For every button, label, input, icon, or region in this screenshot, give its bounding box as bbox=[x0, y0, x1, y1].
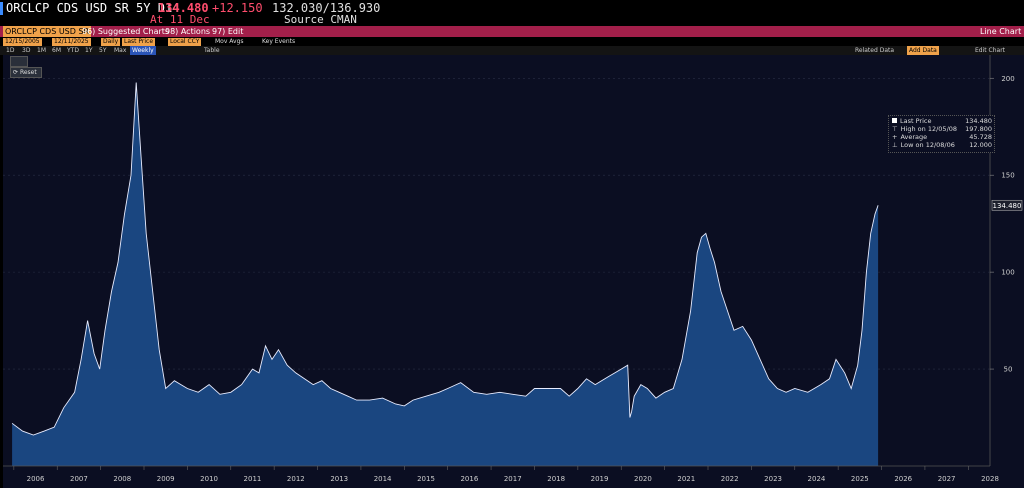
x-tick-label-2017: 2017 bbox=[504, 475, 522, 483]
interval-select[interactable]: Weekly bbox=[130, 46, 156, 55]
period-max[interactable]: Max bbox=[114, 46, 126, 55]
x-tick-label-2010: 2010 bbox=[200, 475, 218, 483]
x-tick-label-2014: 2014 bbox=[374, 475, 392, 483]
x-tick-label-2018: 2018 bbox=[547, 475, 565, 483]
currency-select[interactable]: Local CCY bbox=[168, 38, 202, 46]
x-tick-label-2025: 2025 bbox=[851, 475, 869, 483]
x-tick-label-2009: 2009 bbox=[157, 475, 175, 483]
legend-high-value: 197.800 bbox=[965, 125, 992, 133]
y-tick-label-50: 50 bbox=[1004, 366, 1013, 374]
mov-avgs-toggle[interactable]: Mov Avgs bbox=[215, 38, 244, 46]
reset-icon: ⟳ bbox=[13, 69, 19, 76]
x-tick-label-2021: 2021 bbox=[677, 475, 695, 483]
edit-button[interactable]: 97) Edit bbox=[212, 26, 243, 37]
legend-last-price-value: 134.480 bbox=[965, 117, 992, 125]
date-label: At 11 Dec bbox=[150, 13, 210, 26]
period-6m[interactable]: 6M bbox=[52, 46, 61, 55]
security-field[interactable]: ORCLCP CDS USD SR bbox=[3, 26, 92, 37]
source-label: Source CMAN bbox=[284, 13, 357, 26]
low-marker-icon: ⊥ bbox=[892, 141, 898, 149]
frequency-select[interactable]: Daily bbox=[101, 38, 121, 46]
legend-average-value: 45.728 bbox=[969, 133, 992, 141]
x-tick-label-2008: 2008 bbox=[113, 475, 131, 483]
legend-high-label: High on 12/05/08 bbox=[900, 125, 958, 133]
x-tick-label-2011: 2011 bbox=[244, 475, 262, 483]
key-events-toggle[interactable]: Key Events bbox=[262, 38, 295, 46]
legend-high: ⊤ High on 12/05/08 197.800 bbox=[892, 125, 992, 133]
header-accent-mark bbox=[0, 2, 3, 15]
x-tick-label-2027: 2027 bbox=[938, 475, 956, 483]
legend-last-price-label: Last Price bbox=[900, 117, 932, 125]
legend-average: + Average 45.728 bbox=[892, 133, 992, 141]
options-bar: 12/15/2005 12/11/2025 Daily Last Price L… bbox=[0, 37, 1024, 46]
field-select[interactable]: Last Price bbox=[122, 38, 156, 46]
legend-swatch-icon bbox=[892, 118, 897, 123]
x-tick-label-2006: 2006 bbox=[27, 475, 45, 483]
table-button[interactable]: Table bbox=[204, 46, 220, 55]
suggested-charts-button[interactable]: 96) Suggested Charts bbox=[82, 26, 169, 37]
start-date-field[interactable]: 12/15/2005 bbox=[3, 38, 42, 46]
period-5y[interactable]: 5Y bbox=[99, 46, 106, 55]
related-data-button[interactable]: Related Data bbox=[855, 46, 894, 55]
legend-last-price: Last Price 134.480 bbox=[892, 117, 992, 125]
reset-label: Reset bbox=[19, 69, 37, 76]
price-change-value: +12.150 bbox=[212, 1, 263, 15]
cds-price-chart[interactable]: 2006 2007 2008 2009 2010 2011 2012 2013 2014 2015… bbox=[3, 55, 1024, 488]
add-data-field[interactable]: Add Data bbox=[907, 46, 939, 55]
y-tick-label-150: 150 bbox=[1001, 172, 1014, 180]
edit-chart-button[interactable]: Edit Chart bbox=[975, 46, 1005, 55]
actions-button[interactable]: 98) Actions bbox=[165, 26, 210, 37]
y-tick-label-200: 200 bbox=[1001, 75, 1014, 83]
average-marker-icon: + bbox=[892, 133, 898, 141]
period-1d[interactable]: 1D bbox=[6, 46, 14, 55]
x-tick-label-2013: 2013 bbox=[330, 475, 348, 483]
x-tick-label-2016: 2016 bbox=[460, 475, 478, 483]
legend-low: ⊥ Low on 12/08/06 12.000 bbox=[892, 141, 992, 149]
reset-button[interactable]: ⟳ Reset bbox=[10, 67, 42, 78]
x-tick-label-2019: 2019 bbox=[591, 475, 609, 483]
period-ytd[interactable]: YTD bbox=[67, 46, 79, 55]
x-tick-label-2023: 2023 bbox=[764, 475, 782, 483]
last-value-label: 134.480 bbox=[993, 202, 1022, 210]
chart-legend: Last Price 134.480 ⊤ High on 12/05/08 197… bbox=[888, 115, 995, 153]
chart-panel: 2006 2007 2008 2009 2010 2011 2012 2013 2014 2015… bbox=[3, 55, 1024, 488]
x-tick-label-2020: 2020 bbox=[634, 475, 652, 483]
legend-average-label: Average bbox=[900, 133, 928, 141]
legend-low-label: Low on 12/08/06 bbox=[900, 141, 955, 149]
x-tick-label-2007: 2007 bbox=[70, 475, 88, 483]
x-tick-label-2026: 2026 bbox=[894, 475, 912, 483]
chart-type-dropdown[interactable] bbox=[10, 56, 28, 67]
x-tick-label-2012: 2012 bbox=[287, 475, 305, 483]
x-tick-label-2024: 2024 bbox=[808, 475, 826, 483]
x-tick-label-2015: 2015 bbox=[417, 475, 435, 483]
period-3d[interactable]: 3D bbox=[22, 46, 30, 55]
period-bar: 1D 3D 1M 6M YTD 1Y 5Y Max Weekly Table R… bbox=[0, 46, 1024, 55]
x-tick-label-2022: 2022 bbox=[721, 475, 739, 483]
chart-type-label[interactable]: Line Chart bbox=[980, 26, 1021, 37]
y-tick-label-100: 100 bbox=[1001, 269, 1014, 277]
price-area bbox=[12, 82, 879, 466]
x-tick-label-2028: 2028 bbox=[981, 475, 999, 483]
end-date-field[interactable]: 12/11/2025 bbox=[52, 38, 91, 46]
high-marker-icon: ⊤ bbox=[892, 125, 898, 133]
security-header: ORCLCP CDS USD SR 5Y D14 134.480 +12.150… bbox=[0, 0, 1024, 26]
period-1y[interactable]: 1Y bbox=[85, 46, 92, 55]
function-toolbar: ORCLCP CDS USD SR 96) Suggested Charts 9… bbox=[0, 26, 1024, 37]
period-1m[interactable]: 1M bbox=[37, 46, 46, 55]
legend-low-value: 12.000 bbox=[969, 141, 992, 149]
